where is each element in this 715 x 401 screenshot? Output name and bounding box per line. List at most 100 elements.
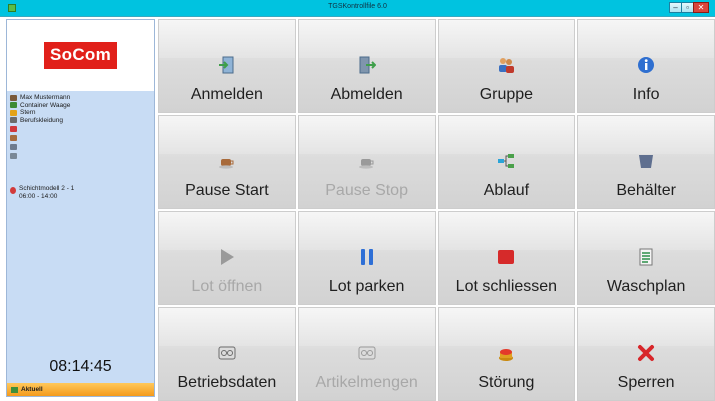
- pause-stop-button[interactable]: Pause Stop: [297, 115, 436, 209]
- button-sheen: [438, 308, 575, 346]
- status-bar[interactable]: Aktuell: [7, 383, 154, 396]
- clothing-icon: [10, 117, 17, 124]
- gauge-icon: [218, 344, 236, 362]
- button-label: Pause Start: [185, 182, 269, 199]
- title-bar: TGSKontrollfile 6.0 – ▫ ✕: [0, 0, 715, 17]
- button-sheen: [578, 308, 714, 346]
- cross-icon: [637, 344, 655, 362]
- company-logo: SoCom: [44, 42, 117, 69]
- alarm-icon: [497, 344, 515, 362]
- logout-icon: [358, 56, 377, 74]
- button-sheen: [298, 308, 435, 346]
- counter-icon: [358, 344, 376, 362]
- button-sheen: [159, 116, 295, 154]
- gruppe-button[interactable]: Gruppe: [437, 19, 576, 113]
- coffee-stop-icon: [358, 152, 376, 170]
- button-sheen: [438, 212, 575, 250]
- shift-name: Schichtmodell 2 - 1: [19, 185, 75, 192]
- button-sheen: [438, 116, 575, 154]
- container-icon: [637, 152, 655, 170]
- coffee-icon: [10, 134, 17, 141]
- info-icon: [637, 56, 655, 74]
- button-sheen: [578, 212, 714, 250]
- pause-start-button[interactable]: Pause Start: [158, 115, 296, 209]
- button-sheen: [298, 212, 435, 250]
- status-label: Aktuell: [21, 386, 43, 393]
- stop-icon: [497, 248, 515, 266]
- button-sheen: [578, 20, 714, 58]
- button-label: Info: [632, 86, 660, 103]
- info-row: [10, 124, 150, 133]
- button-label: Ablauf: [483, 182, 530, 199]
- button-label: Störung: [478, 374, 535, 391]
- person-yellow-icon: [10, 109, 17, 116]
- close-button[interactable]: ✕: [693, 2, 709, 13]
- action-grid: Anmelden Abmelden Gruppe Info Pause Start Pau…: [158, 19, 715, 401]
- window-title: TGSKontrollfile 6.0: [328, 3, 387, 10]
- button-sheen: [578, 116, 714, 154]
- login-icon: [218, 56, 236, 74]
- info-label: Max Mustermann: [20, 94, 71, 101]
- lot-schliessen-button[interactable]: Lot schliessen: [437, 211, 576, 305]
- play-icon: [218, 248, 236, 266]
- info-row: Max Mustermann: [10, 94, 150, 102]
- info-label: Berufskleidung: [20, 116, 63, 124]
- button-label: Lot schliessen: [455, 278, 558, 295]
- button-label: Pause Stop: [325, 182, 408, 199]
- gear-icon: [10, 143, 17, 150]
- button-sheen: [298, 20, 435, 58]
- document-icon: [637, 248, 655, 266]
- button-sheen: [438, 20, 575, 58]
- behälter-button[interactable]: Behälter: [577, 115, 715, 209]
- sperren-button[interactable]: Sperren: [577, 307, 715, 401]
- person-icon: [10, 94, 17, 101]
- button-label: Sperren: [617, 374, 675, 391]
- info-row: Container Waage: [10, 102, 150, 110]
- button-label: Abmelden: [330, 86, 403, 103]
- lot-öffnen-button[interactable]: Lot öffnen: [158, 211, 296, 305]
- button-label: Behälter: [616, 182, 676, 199]
- button-sheen: [159, 20, 295, 58]
- störung-button[interactable]: Störung: [437, 307, 576, 401]
- info-list: Max Mustermann Container Waage Stern Berufs…: [10, 94, 150, 160]
- minimize-button[interactable]: –: [669, 2, 681, 13]
- button-label: Anmelden: [190, 86, 263, 103]
- info-row: [10, 133, 150, 142]
- button-label: Lot öffnen: [191, 278, 263, 295]
- sidebar: SoCom Max Mustermann Container Waage Stern…: [6, 19, 155, 397]
- betriebsdaten-button[interactable]: Betriebsdaten: [158, 307, 296, 401]
- status-icon: [11, 386, 18, 393]
- shift-icon: [10, 187, 16, 194]
- info-row: Stern: [10, 109, 150, 117]
- anmelden-button[interactable]: Anmelden: [158, 19, 296, 113]
- logo-area: SoCom: [7, 20, 154, 91]
- flag-icon: [10, 125, 17, 132]
- button-sheen: [159, 212, 295, 250]
- button-label: Artikelmengen: [315, 374, 418, 391]
- coffee-icon: [218, 152, 236, 170]
- window-controls: – ▫ ✕: [669, 2, 709, 14]
- ablauf-button[interactable]: Ablauf: [437, 115, 576, 209]
- waschplan-button[interactable]: Waschplan: [577, 211, 715, 305]
- group-icon: [497, 56, 515, 74]
- abmelden-button[interactable]: Abmelden: [297, 19, 436, 113]
- button-label: Lot parken: [328, 278, 405, 295]
- shift-time: 06:00 - 14:00: [19, 192, 58, 200]
- pause-icon: [358, 248, 376, 266]
- container-icon: [10, 102, 17, 109]
- info-row: [10, 142, 150, 151]
- info-button[interactable]: Info: [577, 19, 715, 113]
- clock: 08:14:45: [49, 358, 112, 375]
- button-label: Gruppe: [479, 86, 534, 103]
- button-sheen: [298, 116, 435, 154]
- button-label: Waschplan: [606, 278, 686, 295]
- maximize-button[interactable]: ▫: [681, 2, 693, 13]
- artikelmengen-button[interactable]: Artikelmengen: [297, 307, 436, 401]
- info-row: Berufskleidung: [10, 117, 150, 125]
- tool-icon: [10, 152, 17, 159]
- info-label: Container Waage: [20, 101, 71, 109]
- shift-info: Schichtmodell 2 - 1 06:00 - 14:00: [10, 185, 74, 200]
- lot-parken-button[interactable]: Lot parken: [297, 211, 436, 305]
- button-label: Betriebsdaten: [177, 374, 277, 391]
- button-sheen: [159, 308, 295, 346]
